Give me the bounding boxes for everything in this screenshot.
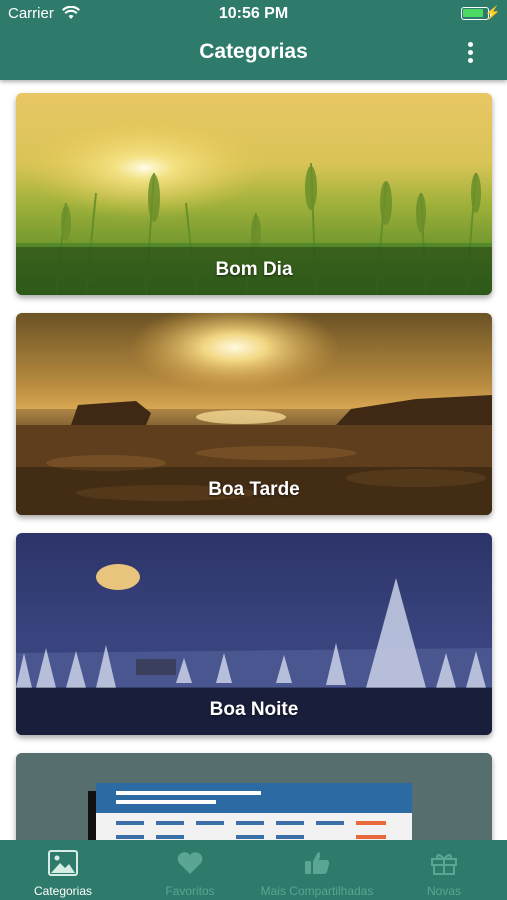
tab-bar: Categorias Favoritos Mais Compartilhadas… <box>0 840 507 900</box>
heart-icon <box>177 852 203 874</box>
gift-icon <box>431 853 457 875</box>
app-screenshot-image <box>16 753 492 840</box>
tab-label: Mais Compartilhadas <box>260 884 374 898</box>
charging-icon: ⚡ <box>484 5 501 20</box>
tab-label: Favoritos <box>165 884 215 898</box>
page-title: Categorias <box>199 40 308 63</box>
tab-favoritos[interactable]: Favoritos <box>127 840 253 900</box>
status-bar: Carrier 10:56 PM ⚡ <box>0 0 507 28</box>
card-label: Boa Noite <box>209 699 299 720</box>
card-label: Boa Tarde <box>208 479 300 500</box>
thumbs-up-icon <box>305 852 330 874</box>
nav-header: Carrier 10:56 PM ⚡ Categorias <box>0 0 507 80</box>
category-card-bom-dia[interactable]: Bom Dia <box>16 93 492 295</box>
more-menu-icon[interactable] <box>468 42 474 64</box>
category-card-boa-tarde[interactable]: Boa Tarde <box>16 313 492 515</box>
tab-categorias[interactable]: Categorias <box>0 840 126 900</box>
tab-label: Novas <box>426 884 461 898</box>
tab-novas[interactable]: Novas <box>381 840 507 900</box>
card-label: Bom Dia <box>215 259 293 280</box>
status-time: 10:56 PM <box>218 5 289 22</box>
tab-mais-compartilhadas[interactable]: Mais Compartilhadas <box>254 840 380 900</box>
category-card-boa-noite[interactable]: Boa Noite <box>16 533 492 735</box>
category-list[interactable]: Bom Dia Boa Tarde Boa Noite <box>0 80 507 840</box>
image-icon <box>48 850 78 876</box>
tab-label: Categorias <box>33 884 93 898</box>
category-card-preview[interactable] <box>16 753 492 840</box>
